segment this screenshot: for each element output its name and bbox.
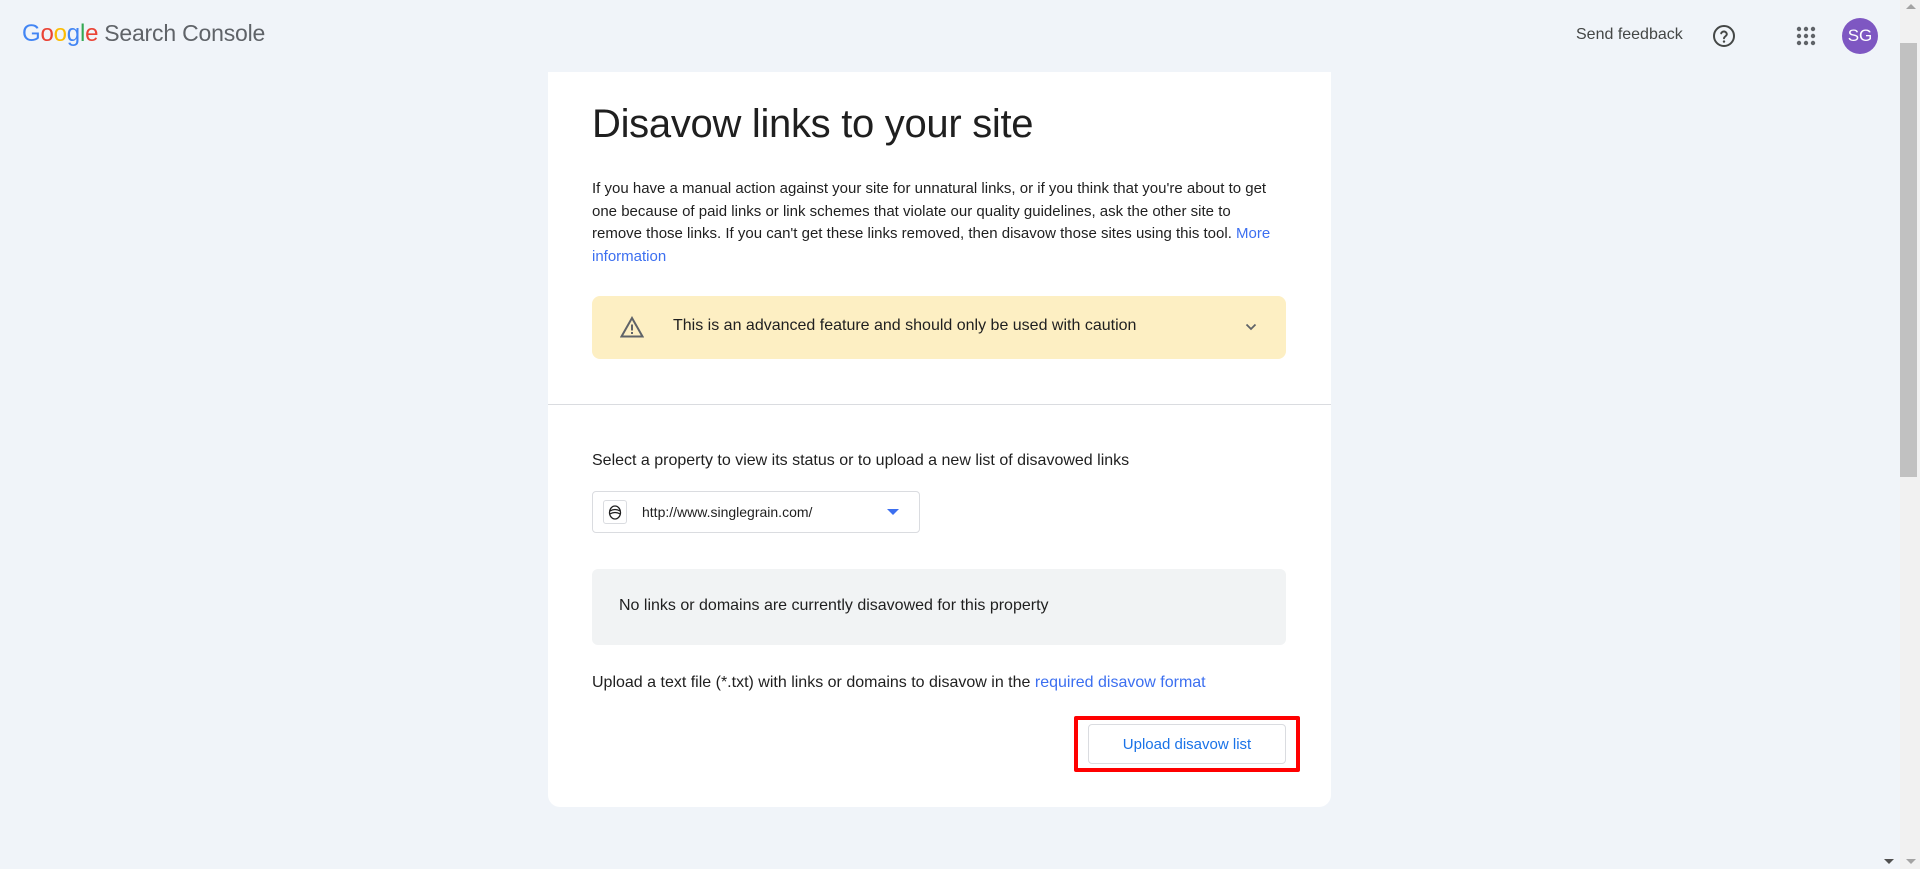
- intro-text: If you have a manual action against your…: [592, 180, 1267, 242]
- scroll-indicator-icon: [1884, 859, 1894, 864]
- product-name: Search Console: [104, 20, 266, 46]
- site-favicon-icon: [603, 500, 627, 524]
- chevron-down-icon[interactable]: [1244, 320, 1258, 334]
- caution-banner[interactable]: This is an advanced feature and should o…: [592, 296, 1286, 359]
- property-selector[interactable]: http://www.singlegrain.com/: [592, 491, 920, 533]
- upload-disavow-list-button[interactable]: Upload disavow list: [1088, 724, 1286, 764]
- logo-letter: e: [85, 20, 99, 47]
- logo-letter: G: [22, 20, 41, 47]
- disavow-card: Disavow links to your site If you have a…: [548, 72, 1331, 807]
- send-feedback-link[interactable]: Send feedback: [1576, 26, 1683, 44]
- section-divider: [548, 404, 1331, 405]
- search-console-logo[interactable]: Google Search Console: [22, 20, 265, 48]
- caution-text: This is an advanced feature and should o…: [673, 317, 1137, 334]
- logo-letter: o: [53, 20, 67, 47]
- select-property-label: Select a property to view its status or …: [592, 452, 1130, 469]
- apps-grid-icon[interactable]: [1796, 26, 1816, 46]
- warning-triangle-icon: [620, 316, 644, 338]
- help-circle-icon[interactable]: [1712, 24, 1736, 48]
- intro-paragraph: If you have a manual action against your…: [592, 178, 1272, 268]
- dropdown-arrow-icon: [887, 509, 899, 515]
- scroll-down-arrow-icon[interactable]: [1906, 859, 1916, 864]
- logo-letter: o: [40, 20, 54, 47]
- upload-instruction-text: Upload a text file (*.txt) with links or…: [592, 674, 1031, 691]
- required-format-link[interactable]: required disavow format: [1035, 674, 1206, 691]
- logo-letter: g: [66, 20, 80, 47]
- page-title: Disavow links to your site: [592, 102, 1034, 146]
- scrollbar-thumb[interactable]: [1900, 43, 1917, 477]
- page-scrollbar[interactable]: [1880, 0, 1920, 869]
- upload-instructions: Upload a text file (*.txt) with links or…: [592, 671, 1212, 694]
- scroll-up-arrow-icon[interactable]: [1906, 4, 1916, 9]
- selected-property-url: http://www.singlegrain.com/: [642, 504, 813, 520]
- disavow-status-box: No links or domains are currently disavo…: [592, 569, 1286, 645]
- status-message: No links or domains are currently disavo…: [619, 597, 1049, 614]
- account-avatar[interactable]: SG: [1842, 18, 1878, 54]
